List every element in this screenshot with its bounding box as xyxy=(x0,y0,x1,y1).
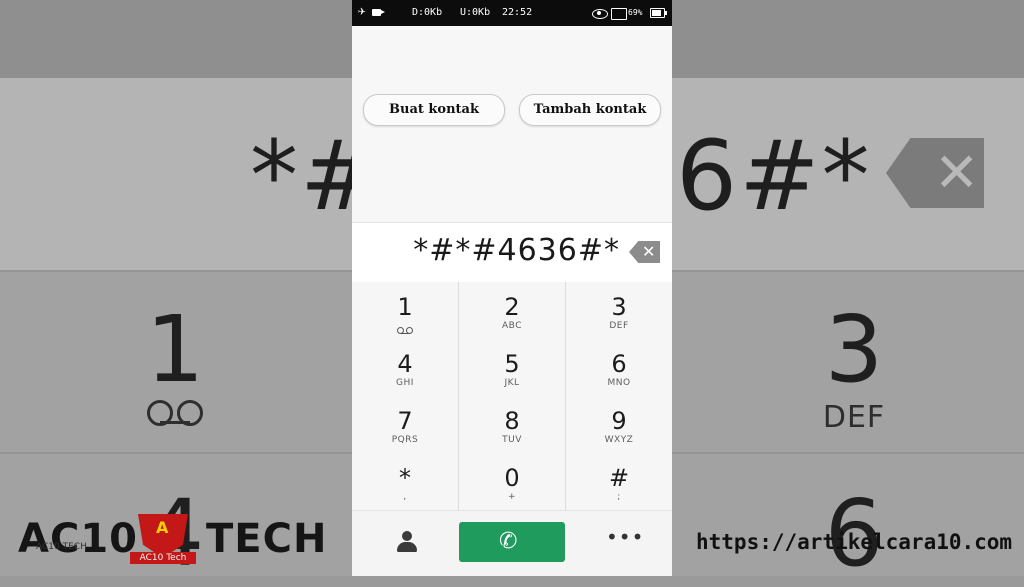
phone-call-icon: ✆ xyxy=(499,529,518,554)
status-bar: ✈ D:0Kb U:0Kb 22:52 69% xyxy=(352,0,672,26)
dialed-number-field[interactable]: *#*#4636#* ✕ xyxy=(352,222,672,283)
key-8[interactable]: 8 TUV xyxy=(459,396,566,454)
airplane-icon: ✈ xyxy=(358,4,366,19)
dial-keypad: 1 2 ABC 3 DEF 4 GHI 5 JKL 6 MNO 7 PQRS 8 TUV 9W… xyxy=(352,282,672,511)
background-number-right: 6#* xyxy=(676,120,872,232)
cast-icon xyxy=(611,8,627,20)
key-hash[interactable]: #; xyxy=(566,453,672,511)
battery-icon xyxy=(650,8,667,18)
add-contact-button[interactable]: Tambah kontak xyxy=(519,94,661,126)
key-1[interactable]: 1 xyxy=(352,282,459,340)
more-dots-icon[interactable]: ••• xyxy=(606,525,644,549)
voicemail-icon xyxy=(147,400,203,426)
key-2[interactable]: 2 ABC xyxy=(459,282,566,340)
phone-screen: ✈ D:0Kb U:0Kb 22:52 69% Buat kontak Tamb… xyxy=(352,0,672,576)
key-3[interactable]: 3 DEF xyxy=(566,282,672,340)
watermark-badge: A AC10 Tech xyxy=(130,512,196,566)
dialed-number: *#*#4636#* xyxy=(413,233,620,268)
download-speed: D:0Kb xyxy=(412,7,443,18)
eye-icon xyxy=(592,9,608,19)
key-0[interactable]: 0 + xyxy=(459,453,566,511)
background-key-1: 1 xyxy=(130,300,220,428)
key-5[interactable]: 5 JKL xyxy=(459,339,566,397)
contact-actions: Buat kontak Tambah kontak xyxy=(352,26,672,222)
person-icon[interactable] xyxy=(396,531,418,553)
upload-speed: U:0Kb xyxy=(460,7,491,18)
status-time: 22:52 xyxy=(502,7,533,18)
voicemail-icon xyxy=(397,327,413,335)
battery-percent: 69% xyxy=(628,8,643,17)
video-icon xyxy=(372,9,385,16)
create-contact-button[interactable]: Buat kontak xyxy=(363,94,505,126)
call-button[interactable]: ✆ xyxy=(459,522,565,562)
key-4[interactable]: 4 GHI xyxy=(352,339,459,397)
watermark-small-text: AC10 TECH xyxy=(36,542,87,552)
key-star[interactable]: *, xyxy=(352,453,459,511)
watermark-url: https://artikelcara10.com xyxy=(696,530,1013,554)
key-6[interactable]: 6 MNO xyxy=(566,339,672,397)
dialer-bottom-bar: ✆ ••• xyxy=(352,510,672,576)
key-7[interactable]: 7 PQRS xyxy=(352,396,459,454)
backspace-icon[interactable]: ✕ xyxy=(629,241,660,263)
key-9[interactable]: 9 WXYZ xyxy=(566,396,672,454)
background-key-3: 3 DEF xyxy=(822,296,886,436)
